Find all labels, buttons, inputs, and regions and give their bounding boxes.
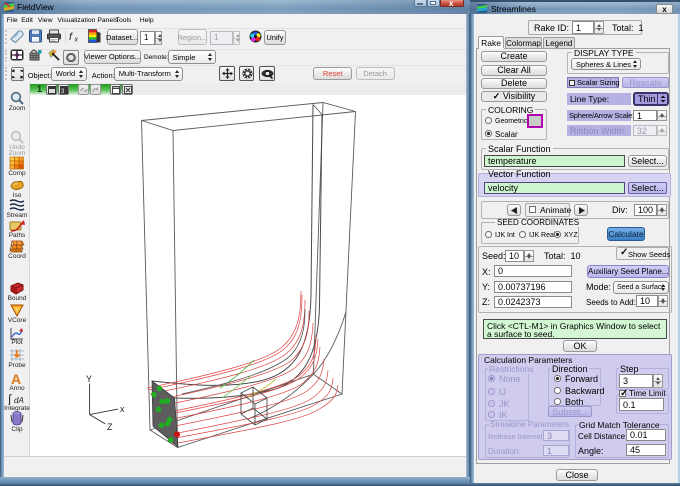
svg-text:x: x	[74, 37, 79, 44]
svg-text:f: f	[69, 31, 73, 43]
svg-text:∫: ∫	[8, 392, 12, 405]
svg-text:dA: dA	[14, 396, 24, 405]
svg-text:A: A	[11, 371, 21, 385]
svg-text:x: x	[120, 404, 125, 414]
svg-text:Z: Z	[107, 422, 113, 432]
svg-text:Y: Y	[86, 374, 92, 384]
